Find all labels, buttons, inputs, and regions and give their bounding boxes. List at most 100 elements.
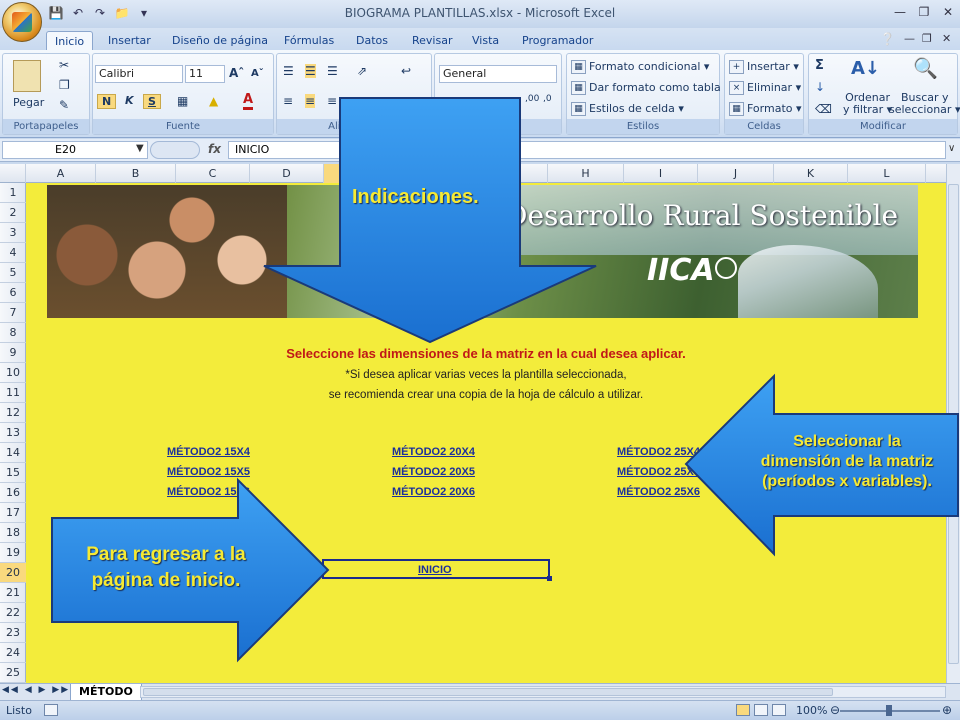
name-box-dropdown-icon[interactable]: ▼: [136, 143, 144, 154]
horizontal-scroll-thumb[interactable]: [143, 688, 833, 696]
link-metodo2-15x4[interactable]: MÉTODO2 15X4: [167, 446, 250, 458]
horizontal-scrollbar[interactable]: [140, 686, 946, 698]
insert-cells-button[interactable]: + Insertar ▾: [729, 60, 799, 74]
font-name-select[interactable]: Calibri: [95, 65, 183, 83]
minimize-icon[interactable]: —: [892, 4, 908, 20]
row-header[interactable]: 8: [0, 323, 26, 343]
page-break-view-icon[interactable]: [772, 704, 786, 716]
sort-filter-button[interactable]: Ordenar y filtrar ▾: [843, 92, 892, 116]
grow-font-icon[interactable]: Aˆ: [229, 66, 244, 80]
fill-icon[interactable]: ↓: [815, 80, 825, 94]
column-header-g[interactable]: G: [474, 164, 548, 183]
tab-revisar[interactable]: Revisar: [404, 31, 460, 50]
format-as-table-button[interactable]: ▦Dar formato como tabla ▾: [571, 81, 730, 95]
align-center-icon[interactable]: ≡: [305, 94, 316, 108]
column-header-d[interactable]: D: [250, 164, 324, 183]
bold-button[interactable]: N: [97, 94, 117, 109]
doc-close-icon[interactable]: ✕: [942, 32, 951, 45]
formula-input[interactable]: INICIO: [228, 141, 946, 159]
name-box[interactable]: E20: [2, 141, 148, 159]
decrease-decimal-icon[interactable]: ,0: [543, 94, 552, 104]
link-metodo2-25x6[interactable]: MÉTODO2 25X6: [617, 486, 700, 498]
shrink-font-icon[interactable]: Aˇ: [251, 68, 264, 79]
tab-datos[interactable]: Datos: [348, 31, 396, 50]
column-header-k[interactable]: K: [774, 164, 848, 183]
font-color-icon[interactable]: A: [243, 92, 254, 110]
column-header-a[interactable]: A: [26, 164, 96, 183]
row-header[interactable]: 7: [0, 303, 26, 323]
save-icon[interactable]: 💾: [48, 5, 64, 21]
normal-view-icon[interactable]: [736, 704, 750, 716]
link-metodo2-20x4[interactable]: MÉTODO2 20X4: [392, 446, 475, 458]
row-header[interactable]: 11: [0, 383, 26, 403]
row-header[interactable]: 15: [0, 463, 26, 483]
vertical-scrollbar[interactable]: [946, 164, 960, 683]
copy-icon[interactable]: ❐: [59, 78, 70, 92]
restore-icon[interactable]: ❐: [916, 4, 932, 20]
link-metodo2-15x6[interactable]: MÉTODO2 15X6: [167, 486, 250, 498]
row-header[interactable]: 17: [0, 503, 26, 523]
link-metodo2-20x6[interactable]: MÉTODO2 20X6: [392, 486, 475, 498]
row-header[interactable]: 14: [0, 443, 26, 463]
italic-button[interactable]: K: [121, 94, 138, 107]
row-header[interactable]: 1: [0, 183, 26, 203]
row-header[interactable]: 3: [0, 223, 26, 243]
wrap-text-icon[interactable]: ↩: [401, 64, 411, 78]
formula-bar-expand-handle[interactable]: [150, 141, 200, 159]
number-format-select[interactable]: General: [439, 65, 557, 83]
row-header-selected[interactable]: 20: [0, 563, 26, 583]
font-size-select[interactable]: 11: [185, 65, 225, 83]
row-header[interactable]: 18: [0, 523, 26, 543]
row-header[interactable]: 9: [0, 343, 26, 363]
zoom-slider-knob[interactable]: [886, 705, 892, 716]
find-select-button[interactable]: Buscar y seleccionar ▾: [889, 92, 960, 116]
tab-diseno-pagina[interactable]: Diseño de página: [164, 31, 276, 50]
link-inicio[interactable]: INICIO: [418, 564, 452, 576]
borders-icon[interactable]: ▦: [177, 94, 188, 108]
link-metodo2-20x5[interactable]: MÉTODO2 20X5: [392, 466, 475, 478]
paste-icon[interactable]: [13, 60, 41, 92]
align-left-icon[interactable]: ≡: [283, 94, 293, 108]
delete-cells-button[interactable]: × Eliminar ▾: [729, 81, 801, 95]
qat-dropdown-icon[interactable]: ▾: [136, 5, 152, 21]
row-header[interactable]: 22: [0, 603, 26, 623]
fill-color-icon[interactable]: ▲: [209, 94, 218, 108]
find-select-icon[interactable]: 🔍: [913, 56, 938, 80]
redo-icon[interactable]: ↷: [92, 5, 108, 21]
tab-insertar[interactable]: Insertar: [100, 31, 159, 50]
cut-icon[interactable]: ✂: [59, 58, 69, 72]
select-all-corner[interactable]: [0, 164, 26, 183]
cell-styles-button[interactable]: ▦ Estilos de celda ▾: [571, 102, 684, 116]
formula-expand-icon[interactable]: ∨: [948, 143, 955, 154]
row-header[interactable]: 23: [0, 623, 26, 643]
link-metodo2-15x5[interactable]: MÉTODO2 15X5: [167, 466, 250, 478]
row-header[interactable]: 12: [0, 403, 26, 423]
tab-programador[interactable]: Programador: [514, 31, 601, 50]
sort-filter-icon[interactable]: A↓: [851, 58, 880, 79]
column-header-c[interactable]: C: [176, 164, 250, 183]
tab-inicio[interactable]: Inicio: [46, 31, 94, 50]
doc-minimize-icon[interactable]: —: [904, 32, 915, 45]
close-icon[interactable]: ✕: [940, 4, 956, 20]
doc-restore-icon[interactable]: ❐: [922, 32, 932, 45]
folder-icon[interactable]: 📁: [114, 5, 130, 21]
sheet-nav-arrows-icon[interactable]: ◀◀ ◀ ▶ ▶▶: [2, 685, 70, 695]
row-header[interactable]: 10: [0, 363, 26, 383]
link-metodo2-25x5[interactable]: MÉTODO2 25X5: [617, 466, 700, 478]
column-header-i[interactable]: I: [624, 164, 698, 183]
align-middle-icon[interactable]: ☰: [305, 64, 316, 78]
row-header[interactable]: 21: [0, 583, 26, 603]
row-header[interactable]: 13: [0, 423, 26, 443]
column-header-e[interactable]: E: [324, 164, 400, 183]
zoom-in-icon[interactable]: ⊕: [942, 703, 952, 717]
align-right-icon[interactable]: ≡: [327, 94, 337, 108]
column-header-f[interactable]: F: [400, 164, 474, 183]
row-header[interactable]: 6: [0, 283, 26, 303]
autosum-icon[interactable]: Σ: [815, 58, 824, 73]
tab-vista[interactable]: Vista: [464, 31, 507, 50]
clear-icon[interactable]: ⌫: [815, 102, 832, 116]
row-header[interactable]: 25: [0, 663, 26, 683]
office-button[interactable]: [2, 2, 42, 42]
link-metodo2-25x4[interactable]: MÉTODO2 25X4: [617, 446, 700, 458]
undo-icon[interactable]: ↶: [70, 5, 86, 21]
